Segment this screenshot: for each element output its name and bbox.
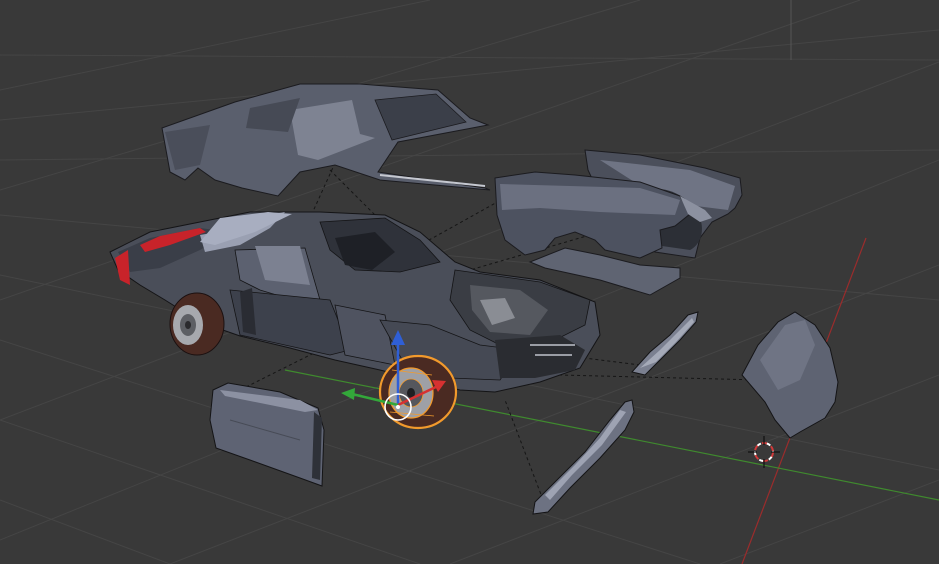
front-wheel-selected[interactable] [378,354,458,430]
pivot-dot [396,405,400,409]
viewport-canvas[interactable] [0,0,939,564]
roof-shell[interactable] [161,83,491,197]
bumper-strip[interactable] [631,311,699,376]
3d-viewport[interactable] [0,0,939,564]
rear-wheel[interactable] [169,292,225,356]
y-arrow-head[interactable] [341,388,355,400]
hood-panel[interactable] [741,311,839,439]
door-panel[interactable] [209,382,325,487]
